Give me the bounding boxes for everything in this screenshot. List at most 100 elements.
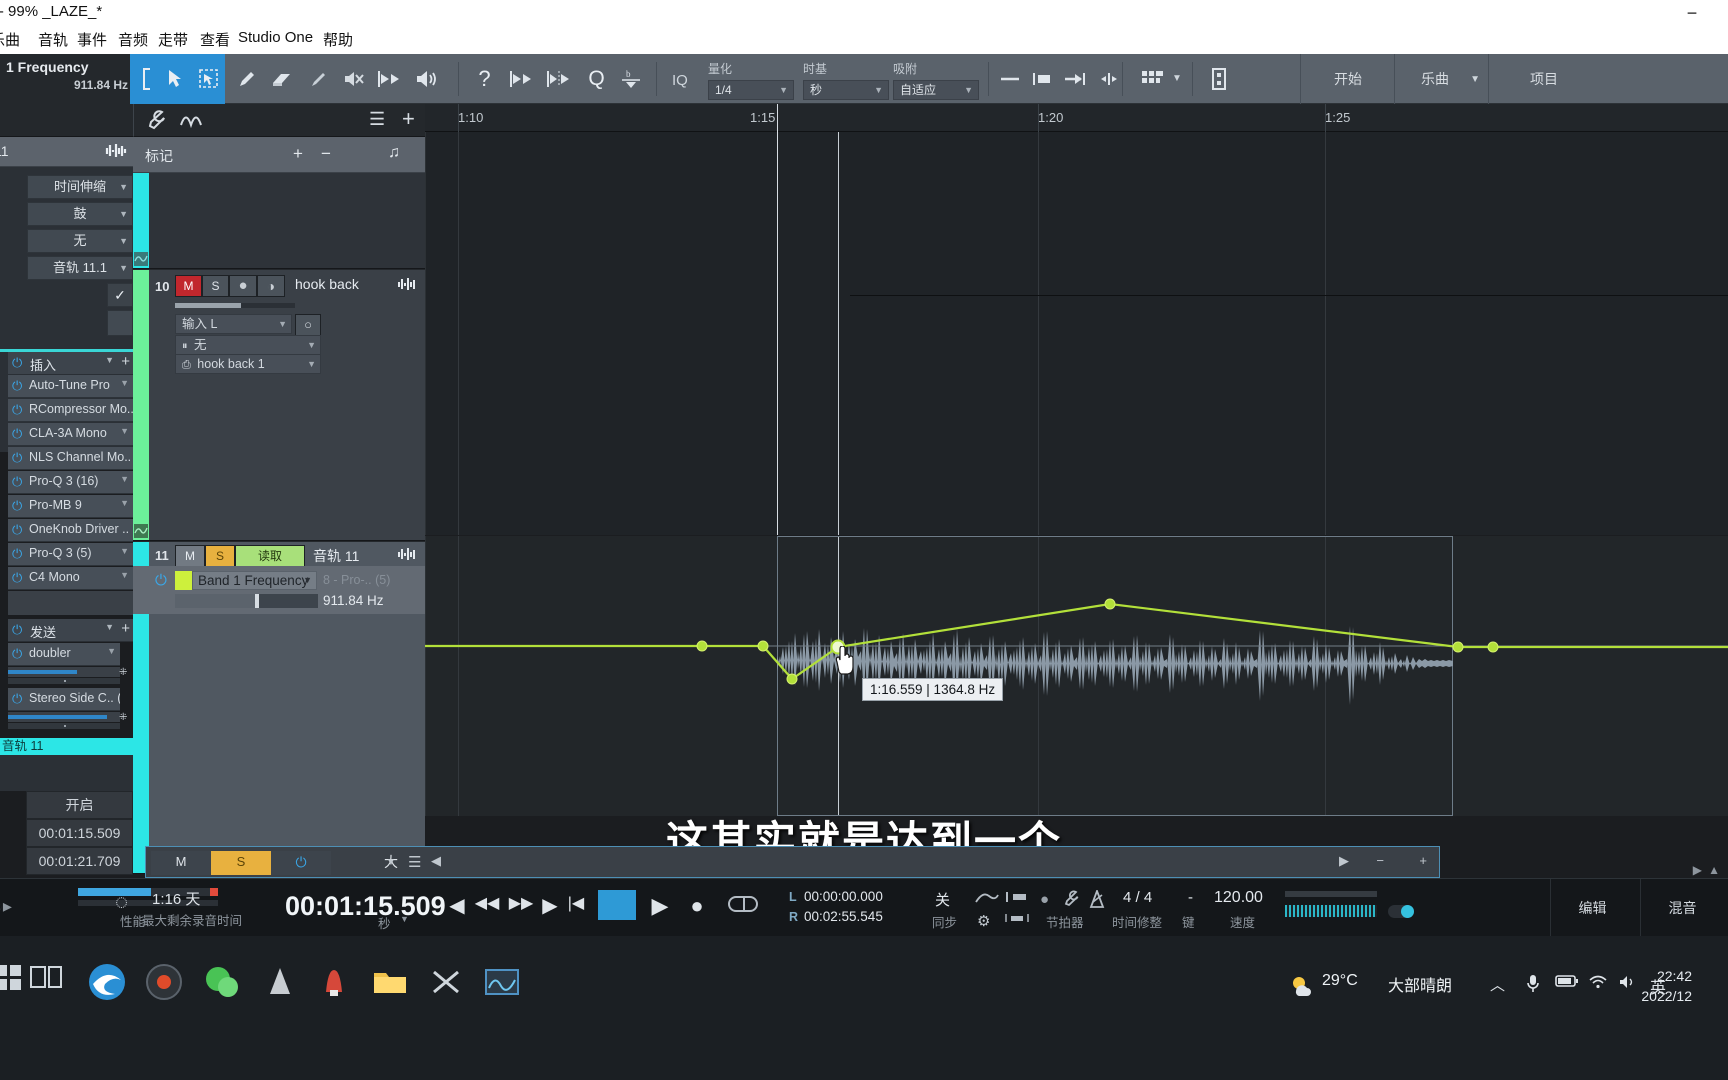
send-knob-icon[interactable]: ⁜: [119, 667, 129, 678]
waveform-icon[interactable]: [397, 546, 417, 566]
power-icon[interactable]: ⏻: [12, 426, 22, 442]
chevron-down-icon[interactable]: ▼: [105, 355, 114, 365]
tempo-value[interactable]: 120.00: [1214, 889, 1263, 907]
marker-add-icon[interactable]: +: [293, 144, 303, 164]
insert-item-3[interactable]: ⏻ NLS Channel Mo..: [8, 447, 133, 470]
metronome-icon[interactable]: [1087, 888, 1107, 911]
insert-item-7[interactable]: ⏻ Pro-Q 3 (5) ▼: [8, 543, 133, 566]
menu-item-studio-one[interactable]: Studio One: [238, 29, 313, 46]
tempo-toggle[interactable]: [1388, 905, 1414, 918]
skip-back-button[interactable]: ◀: [443, 893, 471, 918]
grid-layout-icon[interactable]: [1134, 63, 1176, 95]
inspector-blank-slot[interactable]: [107, 310, 133, 336]
track-channel-select[interactable]: ⎙ hook back 1 ▼: [175, 354, 321, 374]
file-explorer[interactable]: [368, 960, 414, 1006]
mix-view-button[interactable]: 混音: [1640, 879, 1724, 937]
weather-icon[interactable]: [1288, 972, 1314, 1003]
track-read-button[interactable]: 读取: [235, 545, 305, 567]
marquee-tool-icon[interactable]: [192, 63, 225, 95]
timeline-ruler[interactable]: 1:10 1:15 1:20 1:25: [425, 104, 1728, 132]
track-solo-button[interactable]: S: [205, 545, 235, 567]
chevron-down-icon[interactable]: ▼: [120, 546, 129, 556]
power-icon[interactable]: ⏻: [12, 646, 22, 662]
track-volume-slider[interactable]: [175, 303, 295, 308]
tempo-marker-icon[interactable]: [1005, 890, 1029, 907]
chevron-down-icon[interactable]: ▼: [1172, 73, 1182, 84]
power-icon[interactable]: ⏻: [12, 570, 22, 586]
return-to-zero-button[interactable]: |◀: [563, 893, 589, 913]
song-button[interactable]: 乐曲: [1395, 54, 1475, 104]
insert-item-6[interactable]: ⏻ OneKnob Driver ..: [8, 519, 133, 542]
minimize-icon[interactable]: −: [1672, 2, 1712, 26]
sends-header[interactable]: ⏻ 发送 ▼ +: [8, 619, 133, 642]
power-icon[interactable]: ⏻: [12, 355, 22, 371]
waveform-icon[interactable]: [105, 142, 127, 163]
mini-track-strip[interactable]: M S ⏻ 大 ▼ ☰ ◀ ▶ − +: [145, 846, 1440, 878]
volume-icon[interactable]: [1618, 974, 1638, 994]
automation-curve-icon[interactable]: [180, 109, 206, 134]
inspector-row-drum[interactable]: 鼓 ▼: [27, 202, 133, 226]
scroll-right-icon[interactable]: ▶: [1339, 853, 1349, 869]
stop-button[interactable]: [598, 890, 636, 920]
power-icon[interactable]: ⏻: [12, 474, 22, 490]
track-panel-10[interactable]: 10 M S ● ◑ hook back 输入 L ▼ ○ ⏸ 无 ▼ ⎙ ho…: [133, 270, 425, 541]
arrange-view[interactable]: [425, 132, 1728, 535]
chevron-down-icon[interactable]: ▼: [120, 426, 129, 436]
track-mute-button[interactable]: M: [175, 275, 202, 297]
edge-browser[interactable]: [85, 960, 131, 1006]
project-button[interactable]: 项目: [1489, 54, 1599, 104]
menu-item-view[interactable]: 查看: [200, 29, 230, 50]
paint-tool-icon[interactable]: [230, 63, 263, 95]
track-mute-button[interactable]: M: [175, 545, 205, 567]
arrow-tool-icon[interactable]: [158, 63, 191, 95]
chevron-down-icon[interactable]: ▼: [120, 474, 129, 484]
add-send-icon[interactable]: +: [121, 620, 130, 637]
track-monitor-button[interactable]: ◑: [257, 275, 285, 297]
wechat-app[interactable]: [200, 960, 246, 1006]
power-icon[interactable]: ⏻: [155, 572, 167, 589]
misc-app[interactable]: [258, 960, 304, 1006]
film-strip-icon[interactable]: [1202, 63, 1235, 95]
battery-icon[interactable]: [1555, 974, 1579, 992]
main-time-display[interactable]: 00:01:15.509: [285, 891, 446, 922]
power-icon[interactable]: ⏻: [12, 522, 22, 538]
tempo-curve-icon[interactable]: [975, 890, 999, 907]
insert-empty-slot[interactable]: [8, 591, 133, 615]
snap-start-icon[interactable]: [505, 63, 538, 95]
zoom-in-icon[interactable]: +: [1419, 853, 1427, 868]
chevron-down-icon[interactable]: ▼: [120, 498, 129, 508]
mini-power-icon[interactable]: ⏻: [271, 851, 331, 875]
fast-forward-button[interactable]: ▶▶: [505, 893, 537, 913]
tempo-range-icon[interactable]: [1005, 912, 1029, 927]
menu-item-audio[interactable]: 音频: [118, 29, 148, 50]
automation-indicator-icon[interactable]: [134, 524, 148, 538]
insert-item-8[interactable]: ⏻ C4 Mono ▼: [8, 567, 133, 590]
automation-editor-lane[interactable]: 1:16.559 | 1364.8 Hz: [425, 536, 1728, 816]
marker-note-icon[interactable]: ♫: [388, 144, 400, 162]
edit-cursor[interactable]: [838, 132, 839, 535]
sync-value[interactable]: 关: [935, 889, 950, 910]
chevron-down-icon[interactable]: ▼: [386, 857, 396, 868]
scroll-left-icon[interactable]: ◀: [431, 853, 441, 869]
track-selector[interactable]: 音轨 11: [0, 738, 133, 755]
bandizip-app[interactable]: [424, 960, 470, 1006]
align-start-icon[interactable]: [1026, 63, 1059, 95]
automation-indicator-icon[interactable]: [134, 252, 148, 266]
edit-view-button[interactable]: 编辑: [1550, 879, 1634, 937]
send-level-slider-0[interactable]: ⁜: [8, 667, 127, 678]
rewind-button[interactable]: ◀◀: [471, 893, 503, 913]
chevron-down-icon[interactable]: ▼: [120, 378, 129, 388]
main-time-unit[interactable]: 秒: [378, 913, 391, 932]
scroll-up-icon[interactable]: ▲: [1708, 863, 1720, 877]
loop-left-value[interactable]: 00:00:00.000: [804, 889, 883, 904]
add-insert-icon[interactable]: +: [121, 353, 130, 370]
track-record-button[interactable]: ●: [229, 275, 257, 297]
inserts-header[interactable]: ⏻ 插入 ▼ +: [8, 352, 133, 375]
skip-forward-button[interactable]: ▶: [537, 893, 563, 918]
gear-icon[interactable]: ⚙: [977, 912, 990, 930]
parameter-readout[interactable]: 1 Frequency 911.84 Hz ▼: [0, 54, 145, 104]
system-clock[interactable]: 22:42 2022/12: [1641, 966, 1692, 1006]
send-item-0[interactable]: ⏻ doubler ▼: [8, 643, 120, 666]
menu-item-help[interactable]: 帮助: [323, 29, 353, 50]
inspector-checkbox[interactable]: ✓: [107, 283, 133, 307]
